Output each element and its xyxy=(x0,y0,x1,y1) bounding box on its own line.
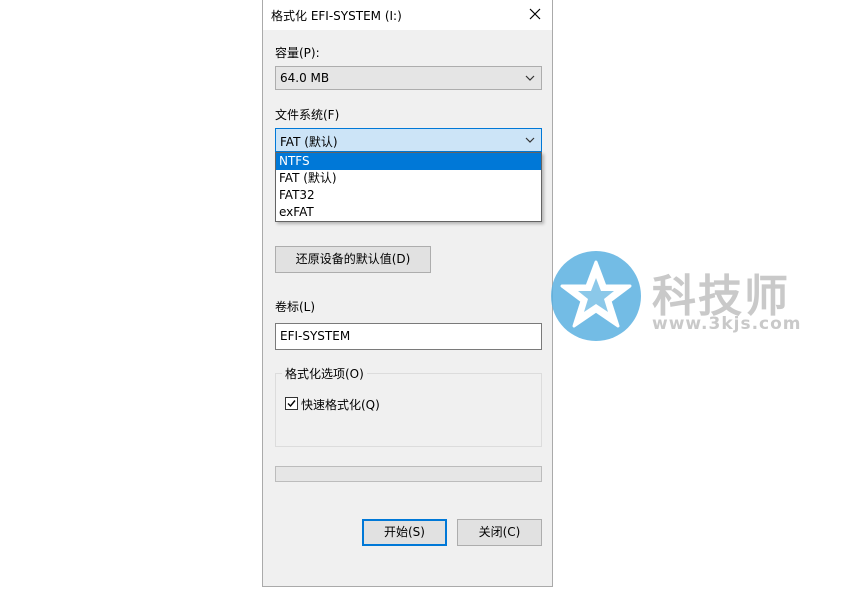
format-dialog: 格式化 EFI-SYSTEM (I:) 容量(P): 64.0 MB 文件系统(… xyxy=(262,0,553,587)
filesystem-option-fat32[interactable]: FAT32 xyxy=(276,187,541,204)
capacity-label: 容量(P): xyxy=(275,46,320,60)
title-bar: 格式化 EFI-SYSTEM (I:) xyxy=(263,0,552,30)
volume-label-input[interactable]: EFI-SYSTEM xyxy=(275,323,542,350)
close-icon xyxy=(529,8,541,20)
filesystem-option-fat[interactable]: FAT (默认) xyxy=(276,170,541,187)
filesystem-dropdown-list: NTFS FAT (默认) FAT32 exFAT xyxy=(275,152,542,222)
watermark: 科技师 www.3kjs.com xyxy=(548,248,838,344)
filesystem-option-ntfs[interactable]: NTFS xyxy=(276,153,541,170)
filesystem-option-exfat[interactable]: exFAT xyxy=(276,204,541,221)
volume-label-value: EFI-SYSTEM xyxy=(280,329,351,343)
start-button[interactable]: 开始(S) xyxy=(362,519,447,546)
quick-format-checkbox[interactable] xyxy=(285,397,298,410)
capacity-select[interactable]: 64.0 MB xyxy=(275,66,542,90)
format-options-group: 格式化选项(O) 快速格式化(Q) xyxy=(275,365,542,447)
screen: 格式化 EFI-SYSTEM (I:) 容量(P): 64.0 MB 文件系统(… xyxy=(0,0,852,590)
chevron-down-icon xyxy=(525,137,535,143)
star-logo-icon xyxy=(551,251,641,341)
volume-label-label: 卷标(L) xyxy=(275,300,316,314)
watermark-url: www.3kjs.com xyxy=(652,314,802,334)
format-progress-bar xyxy=(275,466,542,482)
filesystem-value: FAT (默认) xyxy=(280,135,338,149)
window-title: 格式化 EFI-SYSTEM (I:) xyxy=(271,9,402,23)
format-options-title: 格式化选项(O) xyxy=(282,365,367,382)
chevron-down-icon xyxy=(525,75,535,81)
restore-defaults-button[interactable]: 还原设备的默认值(D) xyxy=(275,246,431,273)
checkmark-icon xyxy=(287,400,296,408)
filesystem-label: 文件系统(F) xyxy=(275,108,340,122)
capacity-value: 64.0 MB xyxy=(280,71,330,85)
close-window-button[interactable] xyxy=(518,0,552,30)
filesystem-select[interactable]: FAT (默认) xyxy=(275,128,542,152)
quick-format-label[interactable]: 快速格式化(Q) xyxy=(301,396,380,413)
close-button[interactable]: 关闭(C) xyxy=(457,519,542,546)
